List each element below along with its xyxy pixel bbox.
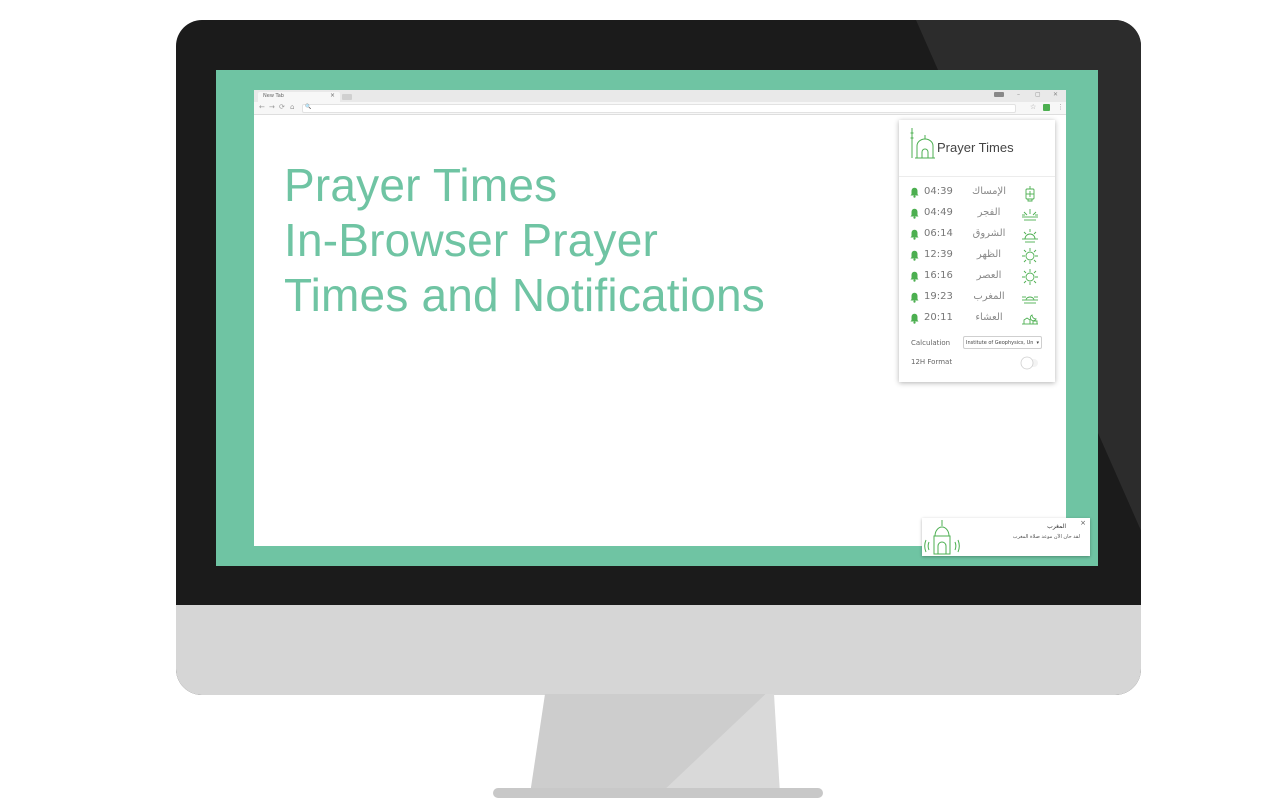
bell-icon[interactable] <box>910 208 919 219</box>
close-window-icon[interactable]: ✕ <box>1053 91 1058 98</box>
mosque-logo-icon <box>910 128 935 159</box>
notification-close-icon[interactable]: × <box>1080 519 1086 527</box>
browser-toolbar: ← → ⟳ ⌂ 🔍 ☆ ⋮ <box>254 102 1066 115</box>
profile-avatar[interactable] <box>994 92 1004 97</box>
new-tab-button[interactable] <box>342 94 352 100</box>
mosque-notification-icon <box>924 520 960 555</box>
notification-body: لقد حان الآن موعد صلاة المغرب <box>1012 534 1080 540</box>
monitor-chin <box>176 605 1141 695</box>
prayer-times-extension-icon[interactable] <box>1043 104 1050 111</box>
browser-menu-icon[interactable]: ⋮ <box>1057 103 1064 111</box>
address-bar[interactable]: 🔍 <box>302 104 1016 113</box>
calculation-label: Calculation <box>911 339 951 347</box>
prayer-name: المغرب <box>973 291 1005 302</box>
prayer-time: 19:23 <box>924 291 953 302</box>
format-12h-toggle[interactable] <box>1020 356 1040 370</box>
chevron-down-icon: ▾ <box>1036 340 1039 346</box>
notification-title: المغرب <box>1047 523 1066 530</box>
sunrise-icon <box>1022 229 1038 243</box>
bell-icon[interactable] <box>910 271 919 282</box>
prayer-row: 06:14 الشروق <box>899 225 1055 246</box>
minimize-icon[interactable]: – <box>1017 91 1020 98</box>
reload-icon[interactable]: ⟳ <box>279 103 285 111</box>
prayer-name: الشروق <box>972 228 1006 239</box>
tab-close-icon[interactable]: × <box>330 92 335 99</box>
prayer-row: 20:11 العشاء <box>899 309 1055 330</box>
sun-icon <box>1022 248 1038 264</box>
bell-icon[interactable] <box>910 292 919 303</box>
home-icon[interactable]: ⌂ <box>290 103 294 111</box>
prayer-name: الظهر <box>976 249 1002 260</box>
prayer-name: العصر <box>976 270 1002 281</box>
prayer-times-popup: Prayer Times 04:39 الإمساك 04:49 الفجر 06:14… <box>899 120 1055 382</box>
prayer-row: 12:39 الظهر <box>899 246 1055 267</box>
bell-icon[interactable] <box>910 313 919 324</box>
maximize-icon[interactable]: ▢ <box>1035 91 1041 98</box>
tab-new-tab[interactable]: New Tab × <box>258 92 340 102</box>
hero-line-1: Prayer Times <box>284 159 558 211</box>
prayer-time: 04:49 <box>924 207 953 218</box>
lantern-icon <box>1025 186 1035 202</box>
monitor-base <box>493 788 823 798</box>
prayer-name: الفجر <box>977 207 1001 218</box>
search-icon: 🔍 <box>305 104 312 110</box>
tab-title: New Tab <box>263 93 284 99</box>
prayer-time: 12:39 <box>924 249 953 260</box>
prayer-notification[interactable]: المغرب لقد حان الآن موعد صلاة المغرب × <box>922 518 1090 556</box>
bell-icon[interactable] <box>910 229 919 240</box>
sun-icon <box>1022 269 1038 285</box>
prayer-name: العشاء <box>975 312 1003 323</box>
format-12h-label: 12H Format <box>911 358 953 366</box>
dawn-icon <box>1022 209 1038 221</box>
moon-icon <box>1022 314 1038 325</box>
back-icon[interactable]: ← <box>259 103 265 111</box>
hero-line-2: In-Browser Prayer <box>284 214 659 266</box>
sunset-icon <box>1022 296 1038 304</box>
prayer-row: 16:16 العصر <box>899 267 1055 288</box>
hero-heading: Prayer Times In-Browser Prayer Times and… <box>284 158 765 323</box>
prayer-time: 16:16 <box>924 270 953 281</box>
tab-strip: New Tab × – ▢ ✕ <box>254 90 1066 102</box>
bell-icon[interactable] <box>910 250 919 261</box>
bookmark-star-icon[interactable]: ☆ <box>1030 103 1036 111</box>
prayer-row: 19:23 المغرب <box>899 288 1055 309</box>
prayer-row: 04:39 الإمساك <box>899 183 1055 204</box>
prayer-time: 06:14 <box>924 228 953 239</box>
prayer-time: 04:39 <box>924 186 953 197</box>
prayer-name: الإمساك <box>971 186 1007 197</box>
calculation-method-value: Institute of Geophysics, Un <box>966 340 1034 346</box>
prayer-time: 20:11 <box>924 312 953 323</box>
popup-title: Prayer Times <box>937 140 1014 155</box>
prayer-row: 04:49 الفجر <box>899 204 1055 225</box>
popup-header: Prayer Times <box>899 120 1055 177</box>
forward-icon[interactable]: → <box>269 103 275 111</box>
calculation-method-select[interactable]: Institute of Geophysics, Un ▾ <box>963 336 1042 349</box>
bell-icon[interactable] <box>910 187 919 198</box>
hero-line-3: Times and Notifications <box>284 269 765 321</box>
